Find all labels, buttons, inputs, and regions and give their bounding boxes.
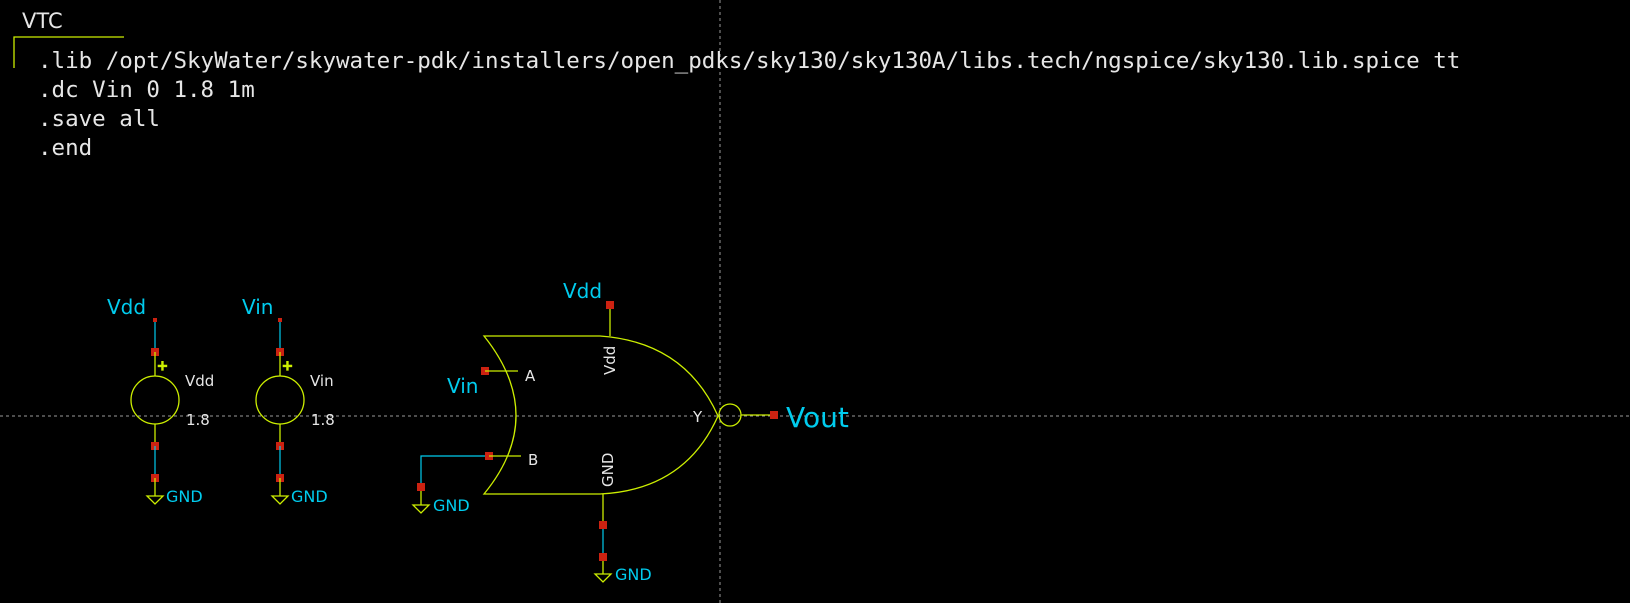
wire-endpoint — [153, 318, 157, 322]
net-label-vout: Vout — [786, 401, 849, 434]
source-value: 1.8 — [311, 411, 335, 429]
source-value: 1.8 — [186, 411, 210, 429]
source-name: Vin — [310, 372, 334, 390]
spice-line: .save all — [38, 106, 160, 132]
ground-icon — [411, 504, 431, 514]
plus-sign: + — [157, 359, 168, 374]
schematic-canvas[interactable]: VTC .lib /opt/SkyWater/skywater-pdk/inst… — [0, 0, 1630, 603]
source-name: Vdd — [185, 372, 214, 390]
nor-gate[interactable]: Vout Y A Vin B GND Vdd Vdd GND GND — [411, 279, 849, 584]
pin-marker — [599, 521, 607, 529]
pin-marker — [599, 553, 607, 561]
ground-label: GND — [166, 487, 203, 506]
pin-marker — [770, 411, 778, 419]
code-block-title: VTC — [22, 9, 63, 33]
pin-label-y: Y — [692, 408, 703, 426]
ground-icon — [270, 495, 290, 505]
ground-label: GND — [615, 565, 652, 584]
pin-marker — [417, 483, 425, 491]
source-body — [130, 375, 180, 425]
net-label-vdd: Vdd — [107, 295, 146, 319]
plus-sign: + — [282, 359, 293, 374]
net-label-vin-gate: Vin — [447, 374, 478, 398]
wire-b-to-ground — [420, 455, 485, 486]
net-label-vdd-gate: Vdd — [563, 279, 602, 303]
pin-marker — [606, 301, 614, 309]
spice-line: .dc Vin 0 1.8 1m — [38, 77, 255, 103]
ground-label: GND — [291, 487, 328, 506]
pin-label-gnd: GND — [599, 453, 617, 487]
net-label-vin: Vin — [242, 295, 273, 319]
ground-icon — [145, 495, 165, 505]
voltage-source-vin[interactable]: Vin + Vin 1.8 GND — [242, 295, 335, 506]
pin-label-a: A — [525, 367, 536, 385]
ground-label: GND — [433, 496, 470, 515]
source-body — [255, 375, 305, 425]
ground-icon — [593, 573, 613, 583]
inversion-bubble — [718, 403, 742, 427]
spice-line: .end — [38, 135, 92, 161]
code-block[interactable]: VTC .lib /opt/SkyWater/skywater-pdk/inst… — [13, 9, 1460, 161]
spice-line: .lib /opt/SkyWater/skywater-pdk/installe… — [38, 48, 1460, 74]
pin-label-b: B — [528, 451, 538, 469]
pin-label-vdd: Vdd — [601, 346, 619, 375]
wire-endpoint — [278, 318, 282, 322]
voltage-source-vdd[interactable]: Vdd + Vdd 1.8 GND — [107, 295, 214, 506]
